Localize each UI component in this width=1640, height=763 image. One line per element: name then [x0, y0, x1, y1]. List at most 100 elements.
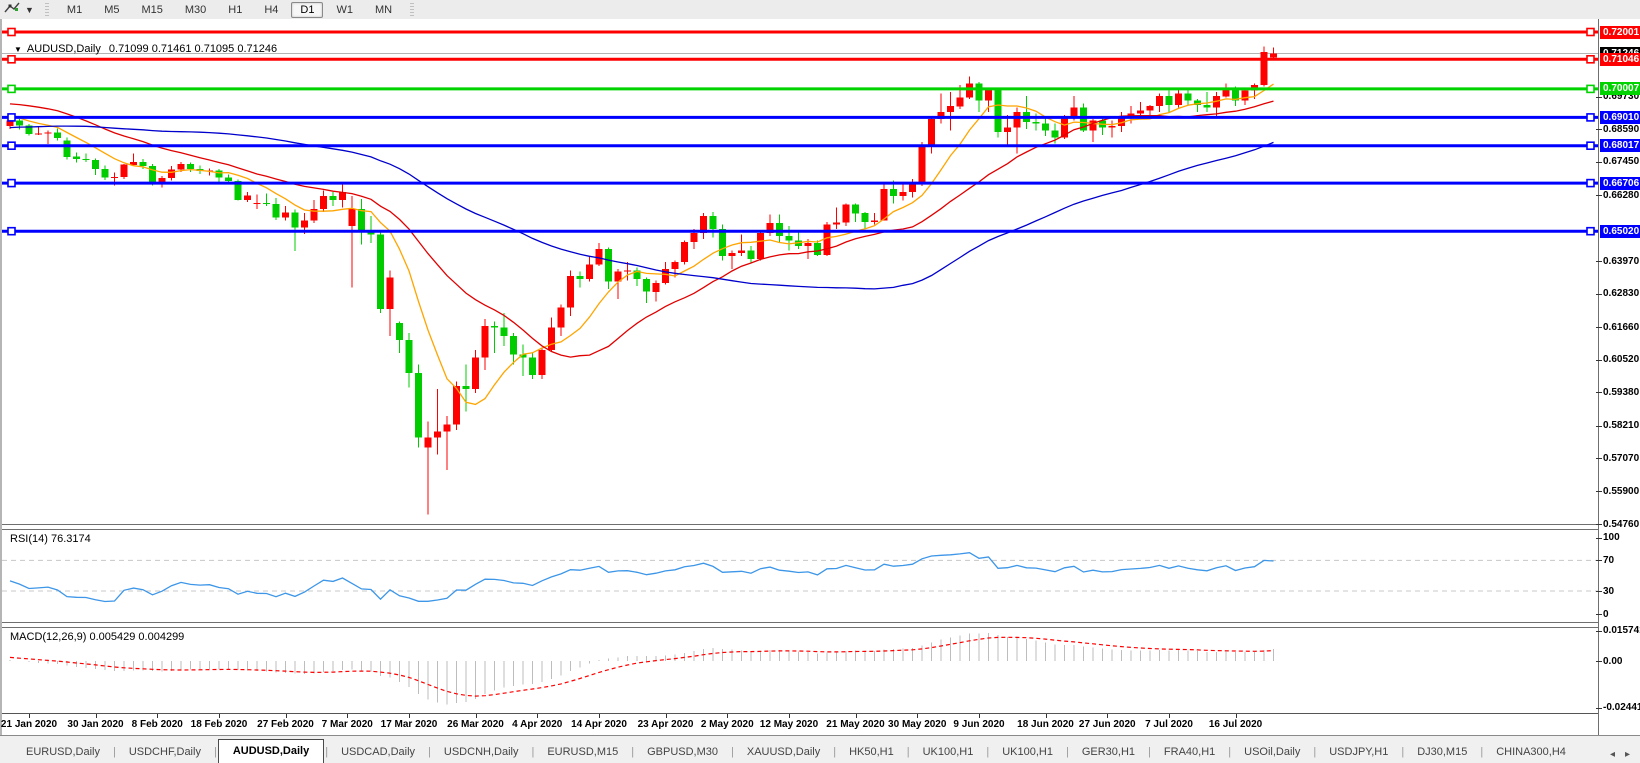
date-tick [855, 714, 857, 718]
date-tick [409, 714, 410, 718]
price-tick-label: 0.67450 [1603, 156, 1640, 168]
chart-tab-usdcad-daily[interactable]: USDCAD,Daily [329, 741, 427, 763]
price-level-badge: 0.72001 [1600, 25, 1640, 39]
scale-tick-dash [1596, 293, 1602, 295]
date-tick [285, 714, 287, 718]
chart-title: ▼ AUDUSD,Daily 0.71099 0.71461 0.71095 0.7… [14, 43, 277, 55]
date-label: 2 May 2020 [700, 719, 754, 730]
scale-tick-dash [1596, 614, 1602, 615]
price-tick-label: 0.55900 [1603, 485, 1640, 497]
toolbar-grip-2[interactable] [410, 3, 415, 16]
chart-tab-audusd-daily[interactable]: AUDUSD,Daily [217, 739, 325, 763]
chart-tab-hk50-h1[interactable]: HK50,H1 [837, 741, 906, 763]
tab-scroll-left-icon[interactable]: ◂ [1610, 749, 1615, 760]
price-tick-label: 0.61660 [1603, 321, 1640, 333]
rsi-scale-label: 70 [1603, 554, 1615, 566]
scale-tick-dash [1596, 458, 1602, 460]
macd-scale-label: 0.00 [1603, 655, 1623, 667]
chevron-down-icon[interactable]: ▼ [25, 5, 34, 15]
date-axis[interactable]: 21 Jan 2020 30 Jan 2020 8 Feb 2020 18 Feb 2… [0, 713, 1598, 736]
date-label: 7 Mar 2020 [321, 719, 373, 730]
macd-pane-canvas[interactable] [2, 628, 1598, 713]
scale-tick-dash [1596, 707, 1602, 709]
price-scale[interactable]: 0.69730 0.68590 0.67450 0.66280 0.63970 0.628… [1596, 19, 1640, 735]
date-tick [219, 714, 220, 718]
main-chart-canvas[interactable] [2, 19, 1598, 524]
date-label: 16 Jul 2020 [1208, 719, 1263, 730]
timeframe-button-m30[interactable]: M30 [176, 2, 215, 18]
rsi-scale-label: 30 [1603, 585, 1615, 597]
date-label: 21 May 2020 [826, 719, 885, 730]
price-tick-label: 0.66280 [1603, 189, 1640, 201]
macd-scale-label: 0.015741 [1603, 625, 1640, 637]
price-tick-label: 0.62830 [1603, 288, 1640, 300]
date-label: 26 Mar 2020 [447, 719, 504, 730]
chart-tab-ger30-h1[interactable]: GER30,H1 [1070, 741, 1147, 763]
timeframe-button-mn[interactable]: MN [366, 2, 401, 18]
chart-tab-usdcnh-daily[interactable]: USDCNH,Daily [432, 741, 531, 763]
timeframe-button-m1[interactable]: M1 [58, 2, 91, 18]
date-tick [917, 714, 919, 718]
scale-tick-dash [1596, 96, 1602, 98]
date-tick [789, 714, 790, 718]
date-tick [1045, 714, 1047, 718]
macd-histogram [9, 632, 1274, 705]
chart-tab-china300-h4[interactable]: CHINA300,H4 [1484, 741, 1578, 763]
date-tick [979, 714, 980, 718]
title-marker-icon: ▼ [14, 45, 22, 54]
timeframe-button-h4[interactable]: H4 [255, 2, 287, 18]
date-tick [1169, 714, 1170, 718]
chart-tab-eurusd-daily[interactable]: EURUSD,Daily [14, 741, 112, 763]
chart-tab-fra40-h1[interactable]: FRA40,H1 [1152, 741, 1227, 763]
timeframe-button-m15[interactable]: M15 [132, 2, 171, 18]
toolbar: ▼ M1 M5 M15 M30 H1 H4 D1 W1 MN [0, 0, 1640, 20]
chart-tab-uk100-h1[interactable]: UK100,H1 [911, 741, 986, 763]
date-label: 12 May 2020 [759, 719, 819, 730]
date-tick [665, 714, 667, 718]
chart-tab-bar: EURUSD,Daily | USDCHF,Daily | AUDUSD,Daily | U… [0, 735, 1640, 763]
chart-tab-usoil-daily[interactable]: USOil,Daily [1232, 741, 1312, 763]
timeframe-button-m5[interactable]: M5 [95, 2, 128, 18]
chart-tab-eurusd-m15[interactable]: EURUSD,M15 [535, 741, 630, 763]
chart-tab-uk100-h1[interactable]: UK100,H1 [990, 741, 1065, 763]
rsi-label: RSI(14) [10, 533, 48, 545]
chart-tab-usdchf-daily[interactable]: USDCHF,Daily [117, 741, 213, 763]
chart-area: ▼ AUDUSD,Daily 0.71099 0.71461 0.71095 0.7… [0, 19, 1640, 736]
date-label: 27 Jun 2020 [1078, 719, 1136, 730]
tab-scroll-right-icon[interactable]: ▸ [1625, 749, 1630, 760]
timeframe-button-h1[interactable]: H1 [219, 2, 251, 18]
scale-tick-dash [1596, 327, 1602, 329]
chart-tab-gbpusd-m30[interactable]: GBPUSD,M30 [635, 741, 730, 763]
timeframe-button-w1[interactable]: W1 [327, 2, 362, 18]
rsi-pane-canvas[interactable] [2, 530, 1598, 622]
date-label: 18 Jun 2020 [1017, 719, 1074, 730]
terminal-window: ▼ M1 M5 M15 M30 H1 H4 D1 W1 MN ▼ AUDUSD,Daily 0.71… [0, 0, 1640, 763]
rsi-scale-label: 100 [1603, 532, 1620, 543]
price-level-badge: 0.68017 [1600, 139, 1640, 153]
date-label: 4 Apr 2020 [512, 719, 563, 730]
date-tick [1235, 714, 1237, 718]
date-label: 27 Feb 2020 [257, 719, 314, 730]
chart-symbol-period: AUDUSD,Daily [26, 43, 101, 55]
ma-21-line [9, 100, 1274, 358]
price-tick-label: 0.58210 [1603, 420, 1640, 432]
chart-tab-usdjpy-h1[interactable]: USDJPY,H1 [1317, 741, 1400, 763]
scale-tick-dash [1596, 425, 1602, 427]
date-label: 30 Jan 2020 [67, 719, 124, 730]
date-label: 21 Jan 2020 [0, 719, 58, 730]
scale-tick-dash [1596, 630, 1602, 632]
chart-tab-xauusd-daily[interactable]: XAUUSD,Daily [735, 741, 832, 763]
price-level-badge: 0.66706 [1600, 176, 1640, 190]
drawing-tools-icon[interactable] [4, 1, 22, 18]
price-level-badge: 0.70007 [1600, 82, 1640, 96]
price-tick-label: 0.60520 [1603, 354, 1640, 366]
drawing-tool-group[interactable]: ▼ [0, 1, 38, 18]
rsi-scale-label: 0 [1603, 608, 1609, 620]
price-level-badge: 0.71046 [1600, 52, 1640, 66]
timeframe-button-d1[interactable]: D1 [291, 1, 324, 18]
date-tick [157, 714, 159, 718]
date-label: 8 Feb 2020 [131, 719, 183, 730]
chart-tab-dj30-m15[interactable]: DJ30,M15 [1405, 741, 1479, 763]
chart-tabs: EURUSD,Daily | USDCHF,Daily | AUDUSD,Daily | U… [0, 736, 1604, 763]
toolbar-grip[interactable] [44, 3, 49, 16]
